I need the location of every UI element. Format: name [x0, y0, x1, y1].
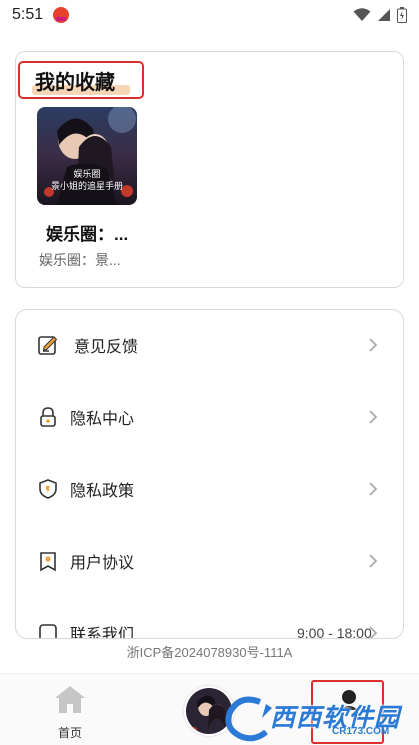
settings-menu: 意见反馈 隐私中心 隐私政策 用户协议 联系我们 9:00 - 18:00 — [15, 309, 404, 639]
app-notification-icon — [53, 7, 70, 23]
shield-icon — [39, 479, 57, 499]
battery-icon — [397, 7, 407, 23]
nav-home-label: 首页 — [57, 726, 82, 740]
nav-home[interactable]: 首页 — [40, 682, 100, 742]
menu-item-privacy-policy[interactable]: 隐私政策 — [16, 459, 403, 519]
cover-title-line1: 娱乐圈 — [73, 170, 101, 180]
favorites-title-highlight — [18, 61, 144, 99]
menu-item-privacy-center[interactable]: 隐私中心 — [16, 387, 403, 447]
feedback-icon — [38, 336, 58, 355]
signal-icon — [378, 9, 390, 21]
chevron-right-icon — [369, 338, 378, 352]
chevron-right-icon — [369, 482, 378, 496]
watermark-sub: CR173.COM — [332, 726, 390, 737]
watermark-logo-icon — [225, 696, 272, 742]
status-time: 5:51 — [12, 6, 44, 23]
menu-label-privacy-center: 隐私中心 — [70, 411, 135, 428]
menu-label-feedback: 意见反馈 — [74, 339, 139, 356]
cover-title-line2: 景小姐的追星手册 — [50, 182, 123, 192]
home-icon — [55, 686, 85, 713]
chevron-right-icon — [369, 626, 378, 638]
menu-label-user-agreement: 用户协议 — [70, 555, 135, 572]
watermark: 西西软件园 CR173.COM — [222, 694, 417, 742]
agreement-icon — [40, 552, 56, 572]
book-name[interactable]: 娱乐圈：... — [46, 220, 128, 245]
contact-hours: 9:00 - 18:00 — [297, 625, 372, 639]
chevron-right-icon — [369, 410, 378, 424]
book-desc: 娱乐圈：景... — [39, 252, 121, 268]
lock-icon — [40, 407, 56, 427]
menu-label-contact: 联系我们 — [70, 627, 135, 639]
status-bar: 5:51 — [0, 0, 419, 30]
book-cover[interactable]: 娱乐圈 景小姐的追星手册 — [37, 107, 137, 205]
cover-title: 娱乐圈 景小姐的追星手册 — [37, 169, 137, 193]
chevron-right-icon — [369, 554, 378, 568]
menu-item-feedback[interactable]: 意见反馈 — [16, 315, 403, 375]
wifi-icon — [353, 8, 371, 21]
menu-item-user-agreement[interactable]: 用户协议 — [16, 531, 403, 591]
menu-label-privacy-policy: 隐私政策 — [70, 483, 135, 500]
favorites-card: 我的收藏 娱乐圈 景小姐的追星手册 娱乐圈：... 娱乐圈：景... — [15, 51, 404, 288]
status-icons — [353, 7, 407, 23]
icp-record: 浙ICP备2024078930号-111A — [126, 645, 293, 660]
menu-item-contact[interactable]: 联系我们 9:00 - 18:00 — [16, 603, 403, 639]
contact-icon — [39, 624, 57, 638]
